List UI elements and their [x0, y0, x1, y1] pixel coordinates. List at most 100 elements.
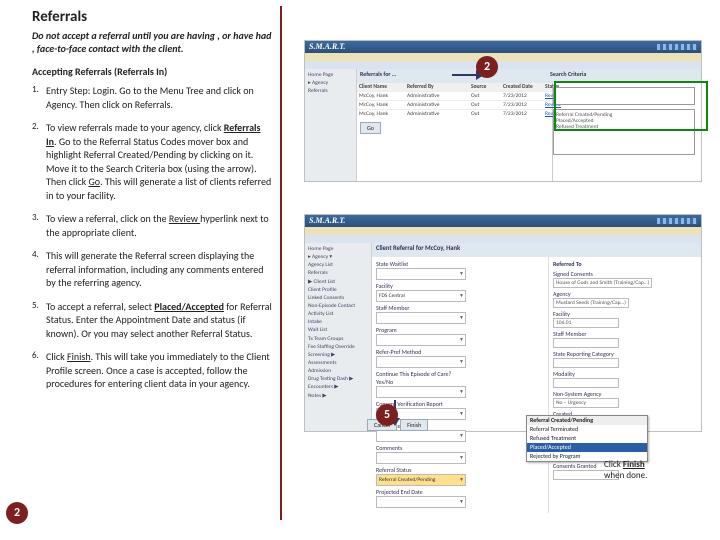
field-value[interactable] [553, 358, 619, 368]
step: 3.To view a referral, click on the Revie… [32, 212, 272, 239]
sidebar-item[interactable]: Agency List [308, 262, 368, 269]
form-row: Staff Member [376, 304, 544, 324]
field-label: Projected End Date [376, 488, 458, 496]
dropdown-option[interactable]: Refused Treatment [527, 434, 647, 443]
sidebar-item[interactable]: ▸ Agency [308, 80, 353, 87]
sidebar-item[interactable]: ▶ Client List [308, 279, 368, 286]
field-input[interactable] [376, 356, 466, 368]
sidebar-item[interactable]: Tx Team Groups [308, 336, 368, 343]
menu-tree[interactable]: Home Page▸ Agency ▾ Agency List Referral… [305, 243, 372, 431]
step-number: 3. [32, 212, 46, 239]
field-label: Signed Consents [553, 270, 635, 278]
status-code-option[interactable]: Refused Treatment [556, 124, 692, 130]
click-finish-note: Click Finish when done. [604, 460, 704, 482]
sidebar-item[interactable]: Fee Staffing Override [308, 344, 368, 351]
field-value[interactable] [553, 338, 619, 348]
step-number: 5. [32, 300, 46, 341]
referral-status-dropdown-open[interactable]: Referral Created/PendingReferral Termina… [526, 415, 648, 462]
form-row: Program [376, 326, 544, 346]
search-criteria-slot[interactable] [553, 87, 695, 105]
referred-to-heading: Referred To [553, 260, 697, 268]
step: 6.Click Finish. This will take you immed… [32, 350, 272, 391]
toolbar-strip [305, 227, 701, 235]
go-button[interactable]: Go [360, 122, 381, 134]
form-row: Staff Member [553, 330, 697, 348]
form-row: AgencyMustard Seeds (Training/Cap…) [553, 290, 697, 308]
page-title: Referrals [32, 8, 87, 26]
step-text: Entry Step: Login. Go to the Menu Tree a… [46, 84, 272, 111]
sidebar-item[interactable]: Non-Episode Contact [308, 303, 368, 310]
menu-tree[interactable]: Home Page▸ AgencyReferrals [305, 69, 357, 181]
step-number: 2. [32, 121, 46, 202]
form-row: Projected End Date [376, 488, 544, 508]
app-title-bar: S.M.A.R.T. [305, 215, 701, 227]
steps-list: 1.Entry Step: Login. Go to the Menu Tree… [32, 84, 272, 401]
form-row: Facility106.01 [553, 310, 697, 328]
sidebar-item[interactable]: Admission [308, 368, 368, 375]
form-left-column: State WaitlistFacilityFDS CentralStaff M… [372, 257, 548, 513]
referral-table: Client NameReferred BySourceCreated Date… [357, 83, 552, 118]
form-row: State Reporting Category [553, 350, 697, 368]
sidebar-item[interactable]: Activity List [308, 311, 368, 318]
field-label: Referral Status [376, 466, 458, 474]
status-codes-mover[interactable]: Referral Created/PendingPlaced/AcceptedR… [553, 109, 695, 155]
sidebar-item[interactable]: Client Profile [308, 287, 368, 294]
field-input[interactable] [376, 430, 466, 442]
sidebar-item[interactable]: Home Page [308, 72, 353, 79]
field-value[interactable]: Mustard Seeds (Training/Cap…) [553, 298, 629, 308]
app-brand: S.M.A.R.T. [309, 41, 345, 53]
search-criteria-heading: Search Criteria [547, 69, 701, 83]
field-value[interactable]: House of Gods and Smith (Training/Cap…) [553, 278, 652, 288]
step-text: Click Finish. This will take you immedia… [46, 350, 272, 391]
breadcrumb-strip [305, 61, 701, 69]
field-label: Agency [553, 290, 635, 298]
arrow-to-status-dropdown [394, 400, 440, 426]
field-input[interactable] [376, 496, 466, 508]
sidebar-item[interactable]: Screening ▶ [308, 352, 368, 359]
step-number: 1. [32, 84, 46, 111]
sidebar-item[interactable]: Home Page [308, 246, 368, 253]
dropdown-option[interactable]: Placed/Accepted [527, 443, 647, 452]
sidebar-item[interactable]: Notes ▶ [308, 393, 368, 400]
table-row: McCoy, HankAdministrativeOut7/23/2012Rev… [357, 100, 552, 109]
brand-spark-icon [657, 218, 697, 224]
field-label: Refer-Pref Method [376, 348, 458, 356]
field-value[interactable] [553, 378, 619, 388]
page-number-badge: 2 [6, 502, 28, 524]
dropdown-option[interactable]: Referral Terminated [527, 425, 647, 434]
dropdown-current: Referral Created/Pending [527, 416, 647, 425]
field-input[interactable] [376, 452, 466, 464]
field-input[interactable] [376, 386, 466, 398]
screenshot-referral-form: S.M.A.R.T. Home Page▸ Agency ▾ Agency Li… [304, 214, 702, 432]
form-row: Refer-Pref Method [376, 348, 544, 368]
sidebar-item[interactable]: Drug Testing Dash ▶ [308, 376, 368, 383]
vertical-divider [280, 6, 282, 520]
sidebar-item[interactable]: Linked Consents [308, 295, 368, 302]
sidebar-item[interactable]: Referrals [308, 270, 368, 277]
field-input[interactable]: FDS Central [376, 290, 466, 302]
field-label: Program [376, 326, 458, 334]
field-value[interactable]: No – Urgency [553, 398, 619, 408]
do-not-accept-note: Do not accept a referral until you are h… [32, 30, 272, 55]
field-input[interactable] [376, 312, 466, 324]
field-label: Continue This Episode of Care? Yes/No [376, 370, 458, 386]
sidebar-item[interactable]: Wait List [308, 327, 368, 334]
sidebar-item[interactable]: Encounters ▶ [308, 384, 368, 391]
form-row: Referral StatusReferral Created/Pending [376, 466, 544, 486]
form-row: FacilityFDS Central [376, 282, 544, 302]
field-input[interactable] [376, 334, 466, 346]
step-text: This will generate the Referral screen d… [46, 249, 272, 290]
sidebar-item[interactable]: Intake [308, 319, 368, 326]
form-row: Modality [553, 370, 697, 388]
step: 2.To view referrals made to your agency,… [32, 121, 272, 202]
sidebar-item[interactable]: Assessments [308, 360, 368, 367]
field-input[interactable]: Referral Created/Pending [376, 474, 466, 486]
form-row: Continue This Episode of Care? Yes/No [376, 370, 544, 398]
sidebar-item[interactable]: Referrals [308, 88, 353, 95]
step-text: To accept a referral, select Placed/Acce… [46, 300, 272, 341]
sidebar-item[interactable]: ▸ Agency ▾ [308, 254, 368, 261]
form-row: State Waitlist [376, 260, 544, 280]
callout-badge-5: 5 [376, 404, 398, 426]
field-input[interactable] [376, 268, 466, 280]
field-value[interactable]: 106.01 [553, 318, 619, 328]
